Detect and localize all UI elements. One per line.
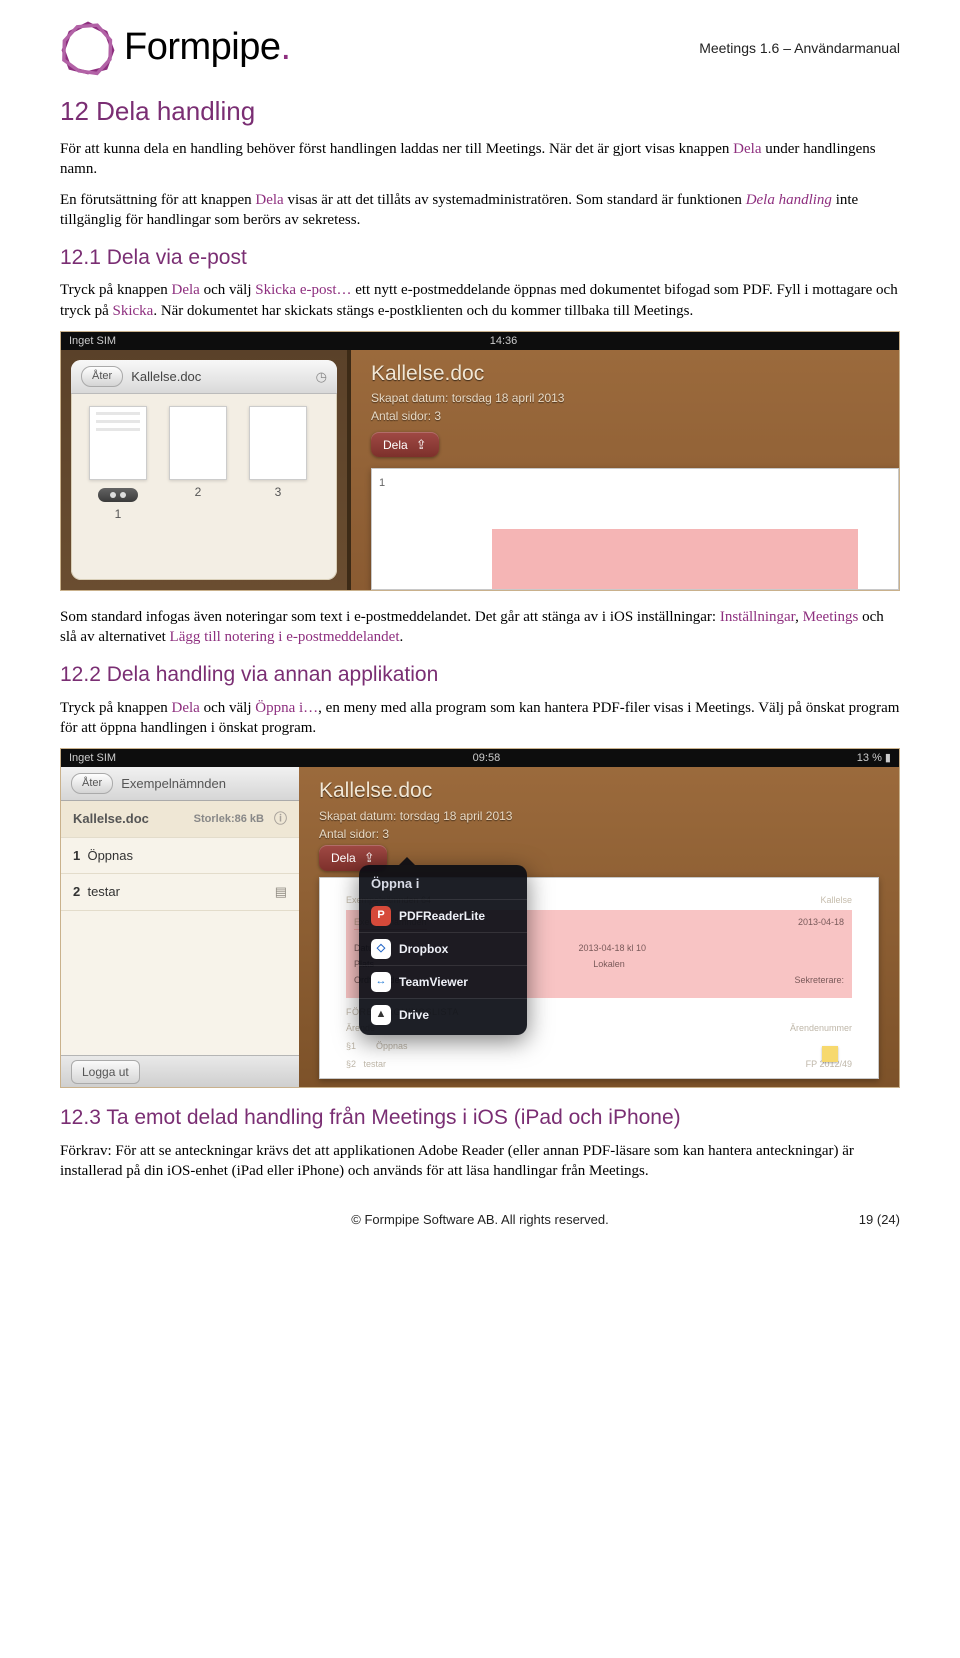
page-header: Formpipe. Meetings 1.6 – Användarmanual: [60, 20, 900, 76]
section-12-2-p1: Tryck på knappen Dela och välj Öppna i…,…: [60, 698, 900, 739]
document-metadata: Kallelse.doc Skapat datum: torsdag 18 ap…: [319, 777, 512, 842]
page-thumbnails: 1 2 3: [71, 394, 337, 528]
brand-name: Formpipe.: [124, 22, 291, 73]
share-icon: ⇪: [364, 849, 375, 867]
back-button[interactable]: Åter: [81, 366, 123, 387]
screenshot-oppna-i: Inget SIM 09:58 13 % ▮ Åter Exempelnämnd…: [60, 748, 900, 1088]
dela-button[interactable]: Dela ⇪: [371, 432, 439, 458]
popover-title: Öppna i: [359, 869, 527, 899]
open-in-app[interactable]: ▲Drive: [359, 999, 527, 1031]
document-viewer: Kallelse.doc Skapat datum: torsdag 18 ap…: [299, 767, 899, 1087]
share-icon: ⇪: [416, 436, 427, 454]
section-12-1-p1: Tryck på knappen Dela och välj Skicka e-…: [60, 280, 900, 321]
list-item[interactable]: 1 Öppnas: [61, 838, 299, 875]
pdfreader-icon: P: [371, 906, 391, 926]
section-12-2-title: 12.2 Dela handling via annan applikation: [60, 661, 900, 689]
thumb-annotation-toolbar[interactable]: [98, 488, 138, 502]
ios-status-bar: Inget SIM 14:36: [61, 332, 899, 350]
status-left: Inget SIM: [69, 751, 116, 766]
section-12-3-title: 12.3 Ta emot delad handling från Meeting…: [60, 1104, 900, 1132]
section-12-1-title: 12.1 Dela via e-post: [60, 244, 900, 272]
document-meta: Meetings 1.6 – Användarmanual: [699, 39, 900, 58]
left-sidebar: Åter Kallelse.doc ◷ 1 2: [61, 350, 351, 590]
status-left: Inget SIM: [69, 334, 116, 349]
page-preview[interactable]: [371, 468, 899, 590]
formpipe-logo-icon: [60, 20, 116, 76]
back-button[interactable]: Åter: [71, 773, 113, 794]
open-in-app[interactable]: ↔TeamViewer: [359, 966, 527, 998]
dropbox-icon: ◇: [371, 939, 391, 959]
open-in-app[interactable]: ◇Dropbox: [359, 933, 527, 965]
teamviewer-icon: ↔: [371, 972, 391, 992]
section-12-1-p2: Som standard infogas även noteringar som…: [60, 607, 900, 648]
ios-status-bar: Inget SIM 09:58 13 % ▮: [61, 749, 899, 767]
list-header-row: Kallelse.doc Storlek:86 kB ⓘ: [61, 801, 299, 838]
thumb-2[interactable]: 2: [167, 406, 229, 522]
sidebar-header: Åter Kallelse.doc ◷: [71, 360, 337, 394]
section-12-3-p1: Förkrav: För att se anteckningar krävs d…: [60, 1141, 900, 1182]
section-12-p1: För att kunna dela en handling behöver f…: [60, 139, 900, 180]
screenshot-dela-epost: Inget SIM 14:36 Åter Kallelse.doc ◷ 1: [60, 331, 900, 591]
status-battery: 13 % ▮: [857, 751, 891, 766]
sidebar-footer: Logga ut: [61, 1055, 299, 1087]
document-viewer: Kallelse.doc Skapat datum: torsdag 18 ap…: [351, 350, 899, 590]
attachment-icon: ▤: [275, 883, 287, 901]
brand-logo: Formpipe.: [60, 20, 291, 76]
list-item[interactable]: 2 testar ▤: [61, 874, 299, 911]
section-12-p2: En förutsättning för att knappen Dela vi…: [60, 190, 900, 231]
document-metadata: Kallelse.doc Skapat datum: torsdag 18 ap…: [371, 360, 564, 425]
history-icon[interactable]: ◷: [316, 368, 327, 386]
page-number: 1: [379, 476, 385, 491]
left-sidebar: Åter Exempelnämnden Kallelse.doc Storlek…: [61, 767, 299, 1087]
sticky-note-icon: [822, 1046, 838, 1062]
drive-icon: ▲: [371, 1005, 391, 1025]
agenda-highlight: [492, 529, 858, 589]
open-in-app[interactable]: PPDFReaderLite: [359, 900, 527, 932]
section-12-title: 12 Dela handling: [60, 94, 900, 129]
open-in-popover: Öppna i PPDFReaderLite ◇Dropbox ↔TeamVie…: [359, 865, 527, 1035]
page-counter: 19 (24): [859, 1211, 900, 1229]
copyright: © Formpipe Software AB. All rights reser…: [351, 1211, 608, 1229]
thumb-1[interactable]: 1: [87, 406, 149, 522]
thumb-3[interactable]: 3: [247, 406, 309, 522]
status-time: 09:58: [473, 751, 501, 766]
logout-button[interactable]: Logga ut: [71, 1060, 140, 1084]
breadcrumb: Exempelnämnden: [121, 775, 226, 793]
sidebar-header: Åter Exempelnämnden: [61, 767, 299, 801]
sidebar-doc-title: Kallelse.doc: [131, 368, 201, 386]
page-footer: © Formpipe Software AB. All rights reser…: [60, 1211, 900, 1229]
sidebar-list: Kallelse.doc Storlek:86 kB ⓘ 1 Öppnas 2 …: [61, 801, 299, 1055]
status-time: 14:36: [490, 334, 518, 349]
info-icon[interactable]: ⓘ: [274, 810, 287, 828]
